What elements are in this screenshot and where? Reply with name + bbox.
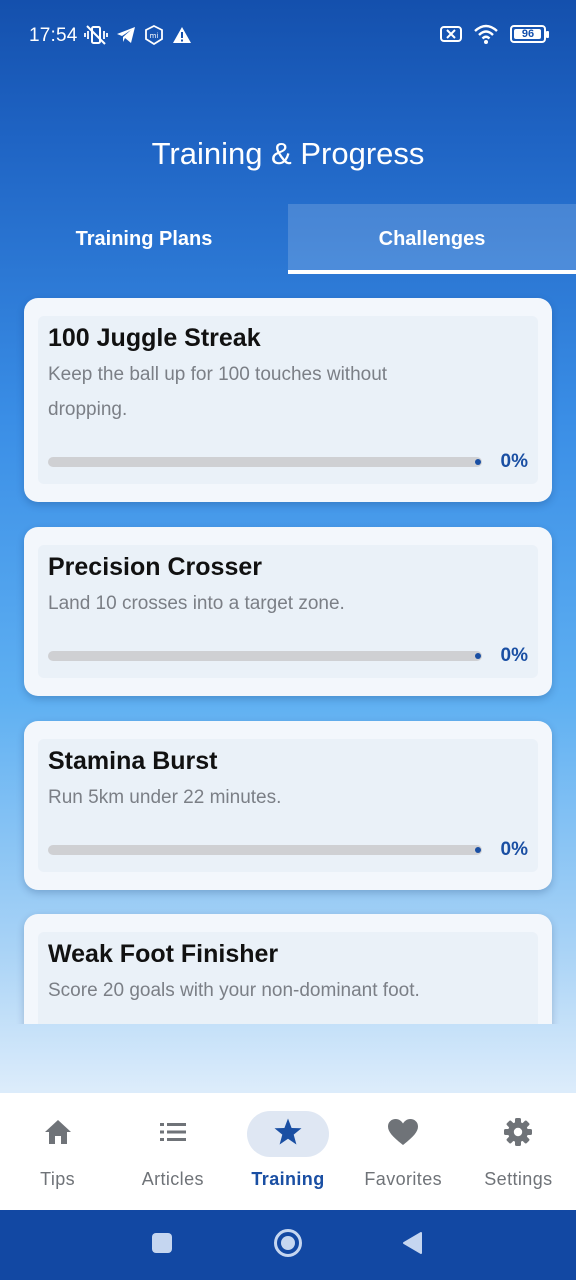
app-screen: 17:54 mi 96 Training & Progress Training…	[0, 0, 576, 1280]
progress-bar	[48, 845, 482, 855]
system-navigation-bar	[0, 1210, 576, 1280]
challenge-title: 100 Juggle Streak	[48, 324, 261, 352]
progress-bar	[48, 457, 482, 467]
challenge-card[interactable]: 100 Juggle Streak Keep the ball up for 1…	[24, 298, 552, 502]
progress-percent: 0%	[500, 645, 528, 666]
warning-icon	[172, 26, 192, 44]
progress-percent: 0%	[500, 839, 528, 860]
progress-row: 0%	[48, 451, 528, 473]
page-title: Training & Progress	[151, 136, 425, 171]
back-triangle-icon	[401, 1231, 423, 1260]
progress-end-dot	[475, 653, 481, 659]
tab-training-plans[interactable]: Training Plans	[0, 204, 288, 274]
nav-label: Articles	[141, 1169, 204, 1189]
nav-item-settings[interactable]: Settings	[461, 1093, 576, 1210]
progress-percent: 0%	[500, 451, 528, 472]
mi-shield-icon: mi	[144, 25, 164, 45]
heart-icon	[387, 1118, 419, 1151]
tab-label: Training Plans	[75, 227, 213, 250]
telegram-icon	[116, 26, 136, 44]
circle-icon	[273, 1228, 303, 1263]
progress-row: 0%	[48, 645, 528, 667]
progress-end-dot	[475, 459, 481, 465]
nav-label: Tips	[40, 1169, 76, 1189]
wifi-icon	[474, 24, 498, 44]
challenge-title: Weak Foot Finisher	[48, 940, 279, 968]
challenge-card[interactable]: Stamina Burst Run 5km under 22 minutes. …	[24, 721, 552, 890]
challenge-card[interactable]: Weak Foot Finisher Score 20 goals with y…	[24, 914, 552, 1024]
svg-text:mi: mi	[150, 32, 159, 40]
nav-item-training[interactable]: Training	[230, 1093, 345, 1210]
challenge-list[interactable]: 100 Juggle Streak Keep the ball up for 1…	[0, 274, 576, 1024]
gear-icon	[503, 1117, 533, 1152]
battery-level: 96	[521, 28, 535, 40]
challenge-description: Keep the ball up for 100 touches without…	[48, 364, 388, 420]
challenge-description: Land 10 crosses into a target zone.	[48, 593, 345, 614]
home-button[interactable]	[266, 1210, 310, 1280]
tab-bar: Training Plans Challenges	[0, 204, 576, 274]
progress-row: 0%	[48, 839, 528, 861]
progress-end-dot	[475, 847, 481, 853]
bottom-navigation: Tips Articles Training Favorites Setting…	[0, 1093, 576, 1210]
star-icon	[273, 1117, 303, 1152]
status-time: 17:54	[29, 25, 78, 46]
status-icons-right: 96	[440, 24, 549, 44]
back-button[interactable]	[390, 1210, 434, 1280]
tab-label: Challenges	[378, 227, 486, 250]
nav-label: Favorites	[364, 1169, 443, 1189]
nav-label: Training	[251, 1169, 325, 1189]
recents-button[interactable]	[140, 1210, 184, 1280]
sim-off-icon	[440, 25, 462, 43]
challenge-description: Score 20 goals with your non-dominant fo…	[48, 980, 420, 1001]
challenge-description: Run 5km under 22 minutes.	[48, 787, 282, 808]
nav-item-articles[interactable]: Articles	[115, 1093, 230, 1210]
square-icon	[151, 1232, 173, 1259]
battery-icon: 96	[510, 25, 549, 43]
list-icon	[158, 1120, 188, 1149]
status-bar: 17:54 mi 96	[0, 0, 576, 72]
home-icon	[43, 1118, 73, 1151]
challenge-card[interactable]: Precision Crosser Land 10 crosses into a…	[24, 527, 552, 696]
nav-item-tips[interactable]: Tips	[0, 1093, 115, 1210]
tab-challenges[interactable]: Challenges	[288, 204, 576, 274]
progress-bar	[48, 651, 482, 661]
status-icons-left: mi	[84, 24, 192, 46]
nav-item-favorites[interactable]: Favorites	[346, 1093, 461, 1210]
challenge-title: Stamina Burst	[48, 747, 218, 775]
vibrate-off-icon	[84, 24, 108, 46]
nav-label: Settings	[484, 1169, 553, 1189]
challenge-title: Precision Crosser	[48, 553, 262, 581]
